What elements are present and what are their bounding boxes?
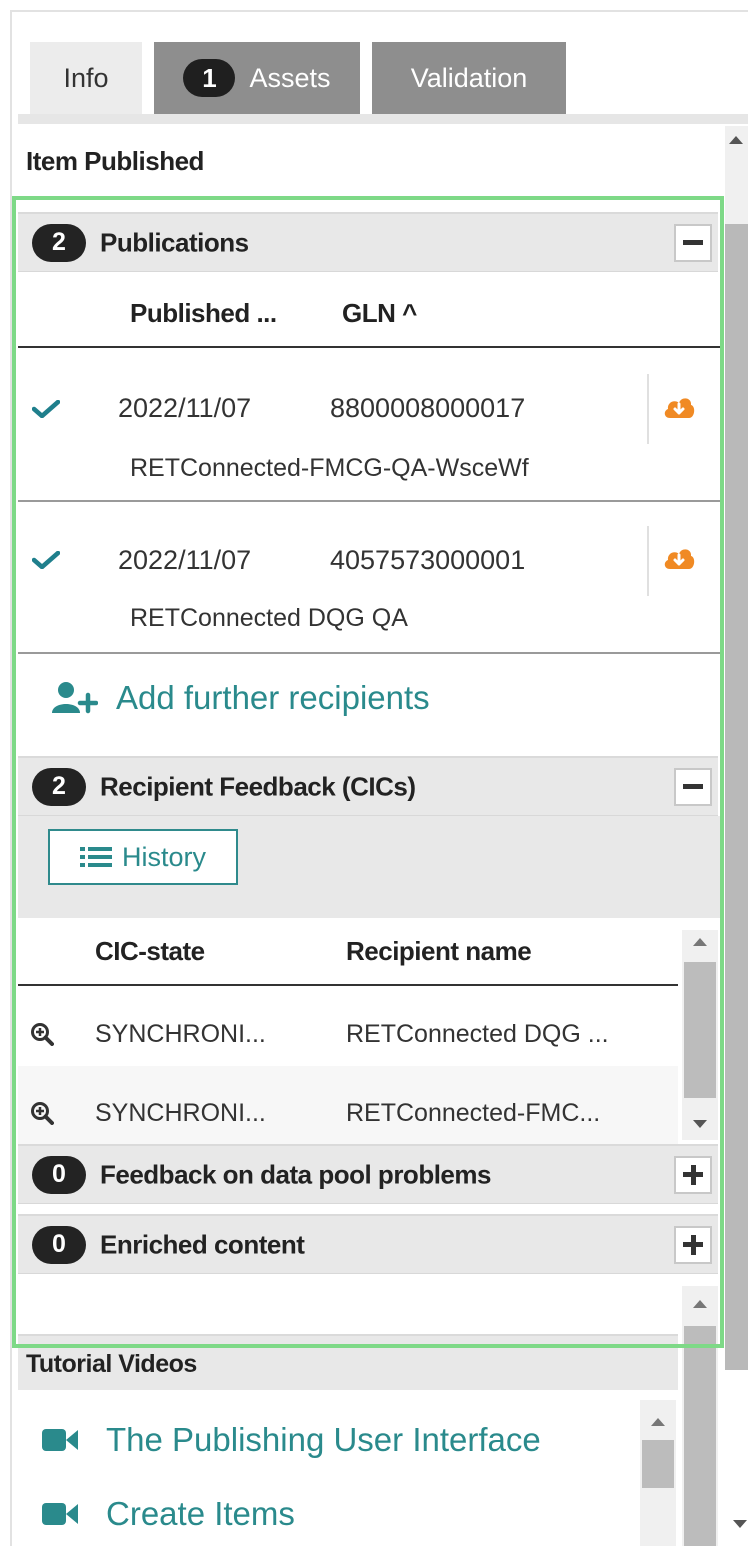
history-button[interactable]: History [48, 829, 238, 885]
scroll-up-arrow-icon[interactable] [693, 938, 707, 946]
scroll-down-arrow-icon[interactable] [693, 1120, 707, 1128]
main-scrollbar-thumb[interactable] [725, 224, 748, 1370]
column-header-published[interactable]: Published ... [130, 298, 277, 329]
minus-icon [683, 784, 703, 789]
panel-top-border [10, 10, 748, 12]
plus-icon [683, 1164, 703, 1185]
add-user-icon [52, 682, 98, 714]
lower-panel-scrollbar-thumb[interactable] [684, 1326, 716, 1546]
cic-recipient: RETConnected-FMC... [346, 1099, 601, 1127]
data-pool-problems-count-badge: 0 [32, 1155, 86, 1194]
feedback-count-badge: 2 [32, 767, 86, 806]
publications-count-badge: 2 [32, 223, 86, 262]
tab-validation[interactable]: Validation [372, 42, 566, 114]
cic-recipient: RETConnected DQG ... [346, 1020, 609, 1048]
data-pool-problems-title: Feedback on data pool problems [100, 1159, 491, 1189]
column-header-recipient-name[interactable]: Recipient name [346, 936, 532, 967]
tutorial-videos-title: Tutorial Videos [26, 1350, 197, 1378]
list-icon [79, 847, 112, 867]
assets-count-badge: 1 [183, 59, 236, 97]
column-header-cic-state[interactable]: CIC-state [95, 936, 205, 967]
publications-collapse-button[interactable] [674, 223, 712, 262]
publication-gln: 4057573000001 [330, 545, 526, 575]
video-camera-icon [42, 1503, 78, 1525]
tutorial-video-title: The Publishing User Interface [106, 1421, 541, 1458]
scroll-up-arrow-icon[interactable] [693, 1300, 707, 1308]
tab-info[interactable]: Info [30, 42, 142, 114]
cic-state: SYNCHRONI... [95, 1099, 266, 1127]
publications-header-divider [18, 346, 720, 348]
enriched-content-expand-button[interactable] [674, 1225, 712, 1264]
tab-validation-label: Validation [410, 62, 528, 93]
publication-date: 2022/11/07 [118, 393, 252, 423]
tab-info-label: Info [63, 62, 109, 93]
enriched-content-header[interactable]: 0 Enriched content [18, 1214, 718, 1274]
zoom-in-icon[interactable] [30, 1101, 54, 1125]
data-pool-problems-expand-button[interactable] [674, 1155, 712, 1194]
publication-gln: 8800008000017 [330, 393, 526, 423]
tutorial-video-title: Create Items [106, 1495, 295, 1532]
check-icon [32, 400, 60, 418]
publication-recipient: RETConnected DQG QA [130, 604, 408, 632]
tutorial-video-link[interactable]: The Publishing User Interface [42, 1420, 541, 1460]
tab-assets[interactable]: 1 Assets [154, 42, 360, 114]
scroll-up-arrow-icon[interactable] [651, 1418, 665, 1426]
feedback-title: Recipient Feedback (CICs) [100, 771, 416, 801]
video-camera-icon [42, 1429, 78, 1451]
tutorial-video-link[interactable]: Create Items [42, 1494, 295, 1534]
action-divider [647, 374, 649, 444]
publication-row-divider [18, 500, 720, 502]
feedback-scrollbar-thumb[interactable] [684, 962, 716, 1098]
plus-icon [683, 1234, 703, 1255]
add-recipients-link[interactable]: Add further recipients [52, 676, 430, 720]
main-scroll-down-arrow-icon[interactable] [733, 1520, 747, 1528]
publication-row-divider [18, 652, 720, 654]
enriched-content-title: Enriched content [100, 1229, 305, 1259]
cic-state: SYNCHRONI... [95, 1020, 266, 1048]
action-divider [647, 526, 649, 596]
tab-assets-label: Assets [249, 62, 331, 93]
cloud-download-icon[interactable] [662, 392, 696, 422]
feedback-header[interactable]: 2 Recipient Feedback (CICs) [18, 756, 718, 816]
tab-underline [18, 114, 748, 124]
column-header-gln[interactable]: GLN ^ [342, 298, 417, 329]
cloud-download-icon[interactable] [662, 543, 696, 573]
publications-title: Publications [100, 227, 249, 257]
zoom-in-icon[interactable] [30, 1022, 54, 1046]
cic-header-divider [18, 984, 678, 986]
check-icon [32, 551, 60, 569]
add-recipients-label: Add further recipients [116, 679, 430, 716]
tutorial-list-scrollbar-thumb[interactable] [642, 1440, 674, 1488]
panel-left-border [10, 10, 12, 1546]
history-label: History [121, 841, 206, 872]
publication-date: 2022/11/07 [118, 545, 252, 575]
item-status-title: Item Published [26, 146, 204, 176]
data-pool-problems-header[interactable]: 0 Feedback on data pool problems [18, 1144, 718, 1204]
enriched-content-count-badge: 0 [32, 1225, 86, 1264]
minus-icon [683, 240, 703, 245]
main-scroll-up-arrow-icon[interactable] [729, 136, 743, 144]
publication-recipient: RETConnected-FMCG-QA-WsceWf [130, 454, 529, 482]
feedback-collapse-button[interactable] [674, 767, 712, 806]
publications-header[interactable]: 2 Publications [18, 212, 718, 272]
